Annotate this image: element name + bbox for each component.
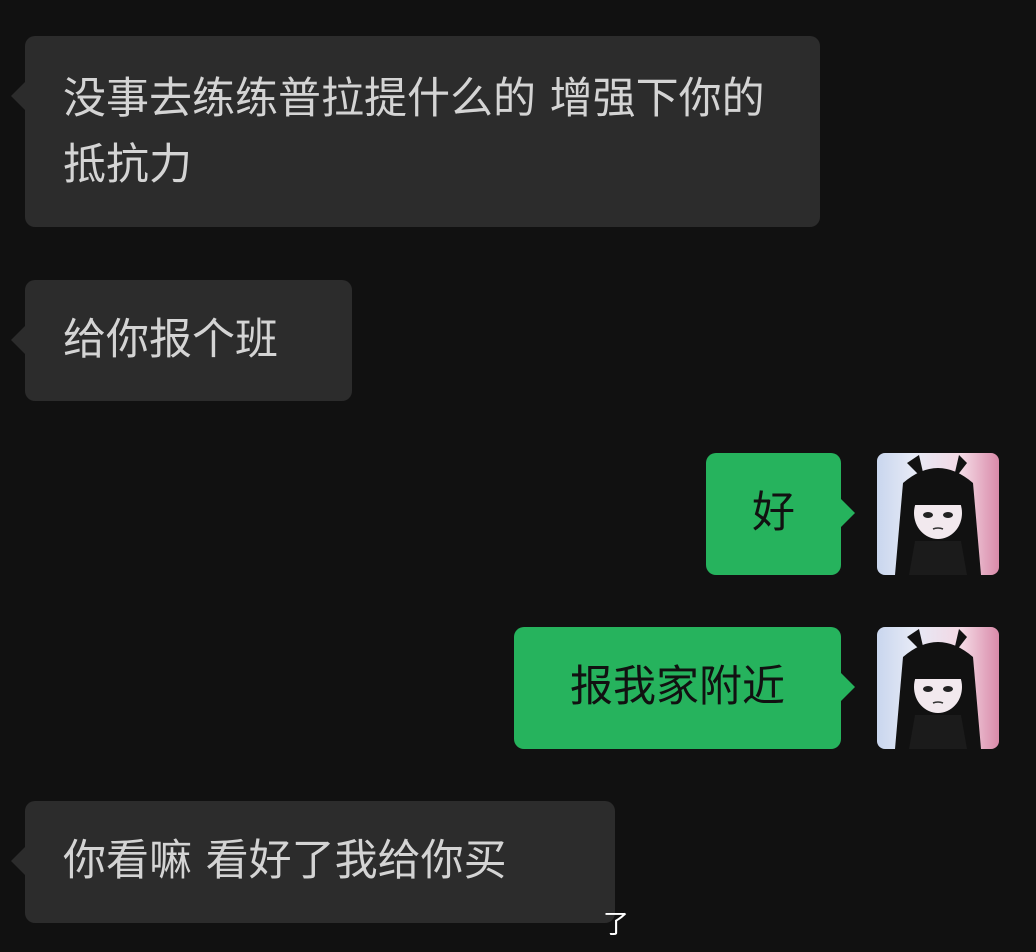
incoming-message-bubble[interactable]: 给你报个班 xyxy=(11,280,352,401)
outgoing-message-bubble[interactable]: 好 xyxy=(706,453,855,575)
message-text: 好 xyxy=(752,488,795,538)
message-text: 你看嘛 看好了我给你买 xyxy=(63,836,507,886)
user-avatar-icon[interactable] xyxy=(877,453,999,575)
partial-message-text: 了 xyxy=(603,910,630,940)
outgoing-message-bubble[interactable]: 报我家附近 xyxy=(514,627,855,749)
user-avatar-icon[interactable] xyxy=(877,627,999,749)
message-text: 没事去练练普拉提什么的 增强下你的抵抗力 xyxy=(63,74,765,190)
incoming-message-bubble[interactable]: 你看嘛 看好了我给你买 xyxy=(11,801,615,923)
incoming-message-bubble[interactable]: 没事去练练普拉提什么的 增强下你的抵抗力 xyxy=(11,36,820,227)
message-text: 报我家附近 xyxy=(570,662,785,712)
message-text: 给你报个班 xyxy=(63,315,278,365)
